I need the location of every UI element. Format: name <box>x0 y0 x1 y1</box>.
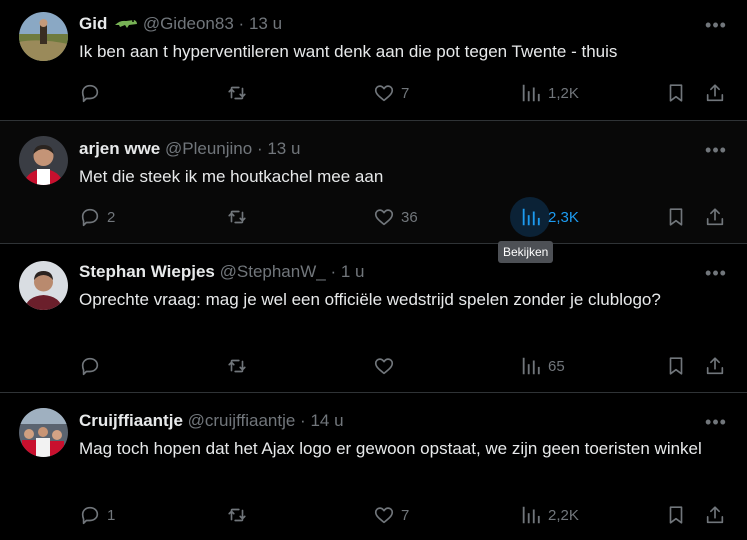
bookmark-icon <box>669 84 683 102</box>
crocodile-emoji-icon <box>114 14 138 36</box>
views-chart-icon <box>522 506 540 524</box>
bookmark-button[interactable] <box>665 205 687 229</box>
repost-icon <box>228 359 246 373</box>
timestamp[interactable]: 1 u <box>341 262 365 281</box>
tweet-header: Cruijffiaantje @cruijffiaantje · 14 u <box>79 410 344 432</box>
bookmark-icon <box>669 208 683 226</box>
view-count: 2,3K <box>548 208 579 226</box>
view-count: 1,2K <box>548 84 579 102</box>
timestamp[interactable]: 13 u <box>267 139 300 158</box>
reply-icon <box>81 357 99 376</box>
tweet-text: Met die steek ik me houtkachel mee aan <box>79 167 384 186</box>
share-icon <box>706 357 724 375</box>
repost-button[interactable] <box>226 503 248 527</box>
timestamp[interactable]: 13 u <box>249 14 282 33</box>
share-button[interactable] <box>704 205 726 229</box>
share-icon <box>706 84 724 102</box>
heart-icon <box>374 209 394 226</box>
repost-button[interactable] <box>226 354 248 378</box>
bookmark-icon <box>669 357 683 375</box>
reply-count: 1 <box>107 506 116 524</box>
reply-count: 2 <box>107 208 116 226</box>
repost-button[interactable] <box>226 205 248 229</box>
reply-button[interactable] <box>79 354 107 378</box>
timestamp[interactable]: 14 u <box>310 411 343 430</box>
avatar[interactable] <box>19 136 68 185</box>
share-icon <box>706 208 724 226</box>
reply-icon <box>81 84 99 103</box>
author-handle[interactable]: @Gideon83 <box>143 14 234 33</box>
author-name[interactable]: Gid <box>79 14 107 33</box>
like-button[interactable]: 7 <box>373 81 409 105</box>
tweet-text: Oprechte vraag: mag je wel een officiële… <box>79 290 661 309</box>
tweet-header: Gid @Gideon83 · 13 u <box>79 13 282 36</box>
like-button[interactable] <box>373 354 401 378</box>
like-count: 36 <box>401 208 418 226</box>
tweet-header: Stephan Wiepjes @StephanW_ · 1 u <box>79 261 365 283</box>
view-count: 65 <box>548 357 565 375</box>
author-handle[interactable]: @cruijffiaantje <box>188 411 296 430</box>
tweet[interactable]: Cruijffiaantje @cruijffiaantje · 14 u ••… <box>0 393 747 540</box>
repost-icon <box>228 210 246 224</box>
tweet[interactable]: Gid @Gideon83 · 13 u ••• Ik ben aan t hy… <box>0 0 747 121</box>
bookmark-button[interactable] <box>665 81 687 105</box>
more-options-icon[interactable]: ••• <box>704 264 728 288</box>
views-button[interactable]: 2,2K <box>520 503 579 527</box>
separator-dot: · <box>330 262 337 281</box>
views-button[interactable]: 65 <box>520 354 565 378</box>
share-button[interactable] <box>704 503 726 527</box>
heart-icon <box>374 507 394 524</box>
share-button[interactable] <box>704 81 726 105</box>
like-button[interactable]: 7 <box>373 503 409 527</box>
author-handle[interactable]: @StephanW_ <box>220 262 326 281</box>
views-chart-icon <box>522 84 540 102</box>
author-handle[interactable]: @Pleunjino <box>165 139 252 158</box>
repost-icon <box>228 508 246 522</box>
tweet-text: Mag toch hopen dat het Ajax logo er gewo… <box>79 439 702 458</box>
repost-button[interactable] <box>226 81 248 105</box>
views-chart-icon <box>522 357 540 375</box>
avatar[interactable] <box>19 12 68 61</box>
views-tooltip: Bekijken <box>498 241 554 263</box>
author-name[interactable]: Stephan Wiepjes <box>79 262 215 281</box>
views-chart-icon <box>522 208 540 226</box>
avatar[interactable] <box>19 261 68 310</box>
bookmark-icon <box>669 506 683 524</box>
heart-icon <box>374 358 394 375</box>
more-options-icon[interactable]: ••• <box>704 141 728 165</box>
like-count: 7 <box>401 84 410 102</box>
reply-button[interactable]: 2 <box>79 205 115 229</box>
bookmark-button[interactable] <box>665 503 687 527</box>
share-icon <box>706 506 724 524</box>
separator-dot: · <box>300 411 306 430</box>
more-options-icon[interactable]: ••• <box>704 16 728 40</box>
heart-icon <box>374 85 394 102</box>
view-count: 2,2K <box>548 506 579 524</box>
views-button[interactable]: 2,3K <box>520 205 579 229</box>
avatar[interactable] <box>19 408 68 457</box>
reply-icon <box>81 208 99 227</box>
bookmark-button[interactable] <box>665 354 687 378</box>
share-button[interactable] <box>704 354 726 378</box>
reply-button[interactable]: 1 <box>79 503 115 527</box>
tweet-header: arjen wwe @Pleunjino · 13 u <box>79 138 300 160</box>
tweet[interactable]: arjen wwe @Pleunjino · 13 u ••• Met die … <box>0 121 747 244</box>
separator-dot: · <box>238 14 245 33</box>
tweet-text: Ik ben aan t hyperventileren want denk a… <box>79 42 618 61</box>
reply-icon <box>81 506 99 525</box>
author-name[interactable]: arjen wwe <box>79 139 160 158</box>
repost-icon <box>228 86 246 100</box>
tweet[interactable]: Stephan Wiepjes @StephanW_ · 1 u ••• Opr… <box>0 244 747 393</box>
separator-dot: · <box>256 139 263 158</box>
more-options-icon[interactable]: ••• <box>704 413 728 437</box>
like-button[interactable]: 36 <box>373 205 418 229</box>
reply-button[interactable] <box>79 81 107 105</box>
views-button[interactable]: 1,2K <box>520 81 579 105</box>
like-count: 7 <box>401 506 410 524</box>
author-name[interactable]: Cruijffiaantje <box>79 411 183 430</box>
